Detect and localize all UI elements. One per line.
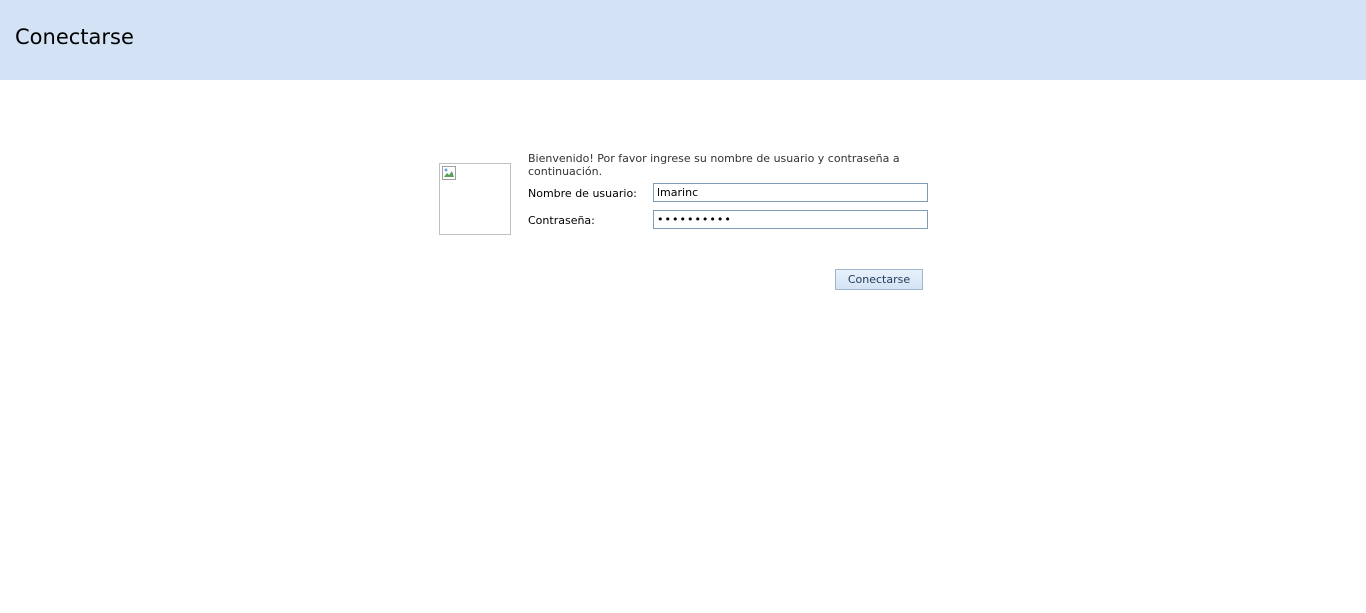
login-image [439,163,511,235]
password-input[interactable] [653,210,928,229]
page-title: Conectarse [15,25,134,49]
broken-image-icon [442,166,456,180]
username-input[interactable] [653,183,928,202]
password-label: Contraseña: [528,214,595,227]
username-label: Nombre de usuario: [528,187,637,200]
page-header: Conectarse [0,0,1366,80]
login-button[interactable]: Conectarse [835,269,923,290]
welcome-message: Bienvenido! Por favor ingrese su nombre … [528,152,900,178]
